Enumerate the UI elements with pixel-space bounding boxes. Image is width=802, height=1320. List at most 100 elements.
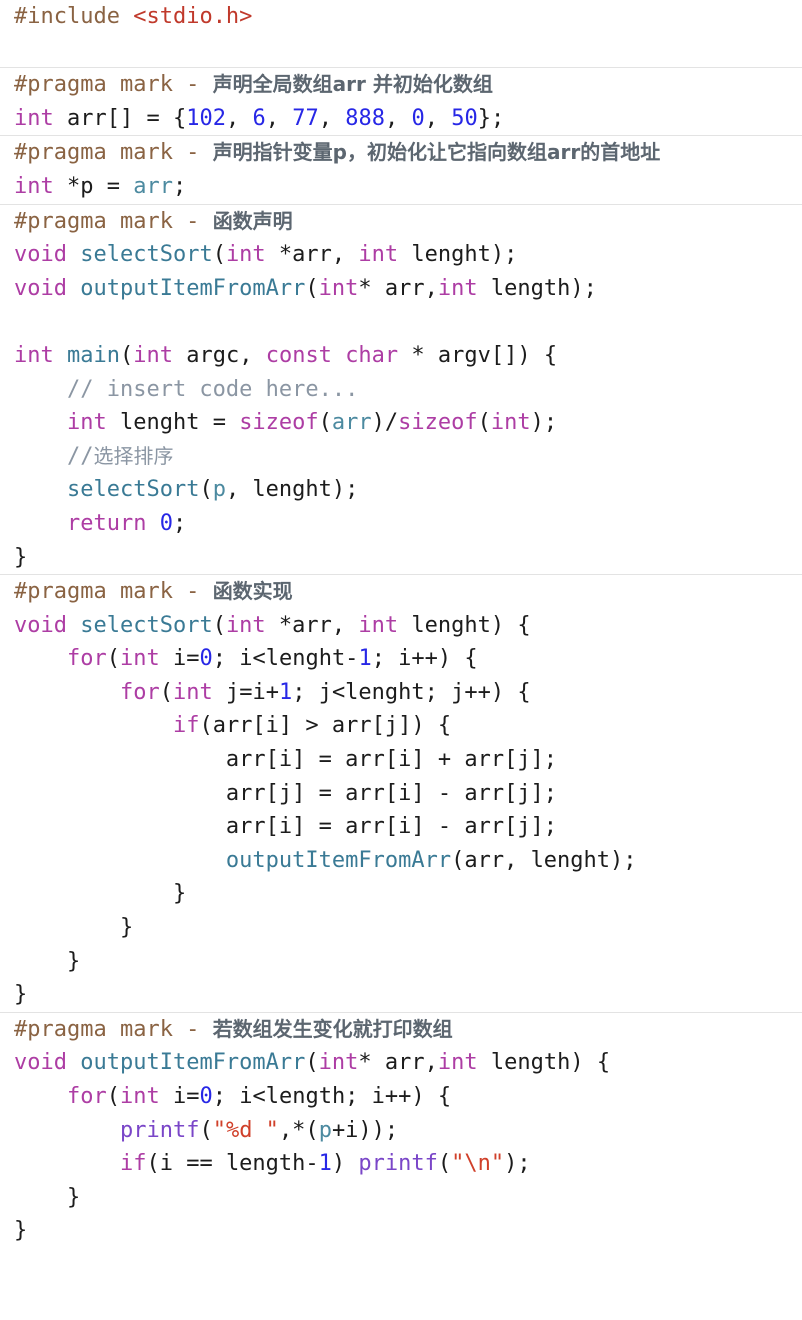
- code-token: j=i+: [212, 679, 279, 705]
- code-token: int: [225, 612, 266, 638]
- code-line[interactable]: }: [0, 978, 802, 1012]
- code-token: 1: [358, 646, 372, 672]
- code-token: #pragma mark -: [14, 208, 213, 234]
- code-line[interactable]: [0, 34, 802, 68]
- code-token: (: [318, 410, 332, 436]
- code-line[interactable]: for(int j=i+1; j<lenght; j++) {: [0, 676, 802, 710]
- code-listing[interactable]: #include <stdio.h> #pragma mark - 声明全局数组…: [0, 0, 802, 1320]
- code-line[interactable]: #pragma mark - 若数组发生变化就打印数组: [0, 1013, 802, 1047]
- code-token: const: [265, 342, 332, 368]
- code-line[interactable]: for(int i=0; i<length; i++) {: [0, 1080, 802, 1114]
- code-token: );: [530, 410, 558, 436]
- code-token: 0: [159, 510, 173, 536]
- code-line[interactable]: #pragma mark - 声明全局数组arr 并初始化数组: [0, 68, 802, 102]
- code-token: *arr,: [265, 612, 359, 638]
- code-token: lenght =: [106, 410, 240, 436]
- code-line[interactable]: int *p = arr;: [0, 170, 802, 204]
- code-line[interactable]: }: [0, 911, 802, 945]
- code-token: char: [345, 342, 399, 368]
- code-line[interactable]: int lenght = sizeof(arr)/sizeof(int);: [0, 406, 802, 440]
- code-line[interactable]: [0, 305, 802, 339]
- code-line[interactable]: }: [0, 541, 802, 575]
- code-line[interactable]: //选择排序: [0, 440, 802, 474]
- code-token: if: [172, 713, 200, 739]
- code-line[interactable]: // insert code here...: [0, 373, 802, 407]
- code-line[interactable]: #pragma mark - 函数实现: [0, 575, 802, 609]
- code-line[interactable]: }: [0, 1181, 802, 1215]
- code-token: * arr,: [358, 275, 438, 301]
- code-line[interactable]: int arr[] = {102, 6, 77, 888, 0, 50};: [0, 102, 802, 136]
- code-token: *p =: [53, 173, 134, 199]
- code-token: , lenght);: [225, 477, 359, 503]
- print-array-section: #pragma mark - 若数组发生变化就打印数组 void outputIt…: [0, 1011, 802, 1248]
- code-token: 102: [186, 105, 226, 131]
- code-token: (: [305, 1050, 319, 1076]
- code-line[interactable]: outputItemFromArr(arr, lenght);: [0, 844, 802, 878]
- code-token: sizeof: [398, 410, 478, 436]
- code-line[interactable]: selectSort(p, lenght);: [0, 473, 802, 507]
- code-token: (: [199, 1117, 213, 1143]
- code-line[interactable]: if(arr[i] > arr[j]) {: [0, 709, 802, 743]
- code-token: 函数声明: [212, 208, 293, 233]
- code-line[interactable]: }: [0, 1214, 802, 1248]
- code-token: #pragma mark -: [14, 72, 213, 98]
- code-token: (i == length-: [146, 1151, 319, 1177]
- code-token: printf: [358, 1151, 438, 1177]
- code-line[interactable]: void outputItemFromArr(int* arr,int leng…: [0, 1046, 802, 1080]
- code-token: int: [119, 646, 160, 672]
- include-section: #include <stdio.h>: [0, 0, 802, 67]
- code-token: main: [67, 342, 120, 368]
- code-line[interactable]: arr[i] = arr[i] - arr[j];: [0, 810, 802, 844]
- code-token: return: [66, 510, 147, 536]
- code-token: lenght) {: [398, 612, 531, 638]
- code-token: for: [119, 679, 160, 705]
- code-line[interactable]: if(i == length-1) printf("\n");: [0, 1147, 802, 1181]
- code-line[interactable]: }: [0, 945, 802, 979]
- code-line[interactable]: arr[i] = arr[i] + arr[j];: [0, 743, 802, 777]
- code-line[interactable]: return 0;: [0, 507, 802, 541]
- code-token: ,: [424, 105, 452, 131]
- code-line[interactable]: void selectSort(int *arr, int lenght);: [0, 238, 802, 272]
- code-line[interactable]: for(int i=0; i<lenght-1; i++) {: [0, 642, 802, 676]
- code-line[interactable]: void selectSort(int *arr, int lenght) {: [0, 609, 802, 643]
- code-token: * argv[]) {: [398, 342, 558, 368]
- code-token: ,: [265, 105, 293, 131]
- code-token: selectSort: [80, 242, 213, 268]
- code-token: (: [159, 679, 173, 705]
- code-line[interactable]: }: [0, 877, 802, 911]
- code-token: ; j<lenght; j++) {: [292, 679, 531, 705]
- code-token: 若数组发生变化就打印数组: [212, 1016, 453, 1041]
- code-token: void: [14, 242, 67, 268]
- function-declaration-section: #pragma mark - 函数声明 void selectSort(int *…: [0, 203, 802, 575]
- code-token: };: [477, 105, 505, 131]
- code-token: int: [225, 242, 266, 268]
- code-line[interactable]: void outputItemFromArr(int* arr,int leng…: [0, 272, 802, 306]
- code-token: 888: [345, 105, 385, 131]
- code-token: (: [437, 1151, 452, 1177]
- code-token: ,: [225, 105, 253, 131]
- code-line[interactable]: #pragma mark - 函数声明: [0, 205, 802, 239]
- pointer-declaration-section: #pragma mark - 声明指针变量p，初始化让它指向数组arr的首地址 i…: [0, 135, 802, 203]
- code-token: 0: [199, 646, 213, 672]
- code-token: 声明全局数组arr 并初始化数组: [212, 72, 493, 97]
- code-token: for: [66, 646, 107, 672]
- code-token: length);: [477, 275, 597, 301]
- code-line[interactable]: int main(int argc, const char * argv[]) …: [0, 339, 802, 373]
- code-token: int: [14, 105, 54, 131]
- code-line[interactable]: #include <stdio.h>: [0, 0, 802, 34]
- code-token: }: [14, 881, 187, 907]
- code-token: arr[] = {: [53, 105, 187, 131]
- code-token: 选择排序: [93, 443, 174, 468]
- code-token: int: [358, 242, 399, 268]
- code-line[interactable]: #pragma mark - 声明指针变量p，初始化让它指向数组arr的首地址: [0, 136, 802, 170]
- code-token: arr: [133, 173, 173, 199]
- code-line[interactable]: printf("%d ",*(p+i));: [0, 1114, 802, 1148]
- code-token: int: [14, 342, 54, 368]
- code-line[interactable]: arr[j] = arr[i] - arr[j];: [0, 777, 802, 811]
